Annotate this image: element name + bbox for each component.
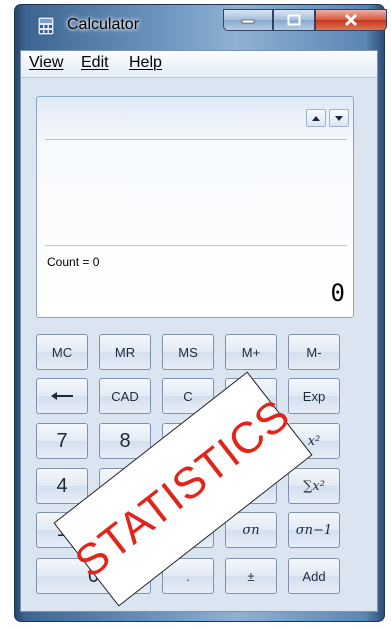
- menu-help[interactable]: Help: [129, 54, 162, 72]
- arrow-down-icon: [335, 115, 343, 121]
- mc-button[interactable]: MC: [36, 334, 88, 370]
- maximize-icon: [287, 14, 301, 26]
- negate-button[interactable]: ±: [225, 558, 277, 594]
- mr-button[interactable]: MR: [99, 334, 151, 370]
- digit-7-button[interactable]: 7: [36, 423, 88, 459]
- scroll-down-button[interactable]: [329, 109, 349, 127]
- display-divider-bottom: [45, 245, 347, 246]
- count-label: Count = 0: [47, 255, 100, 269]
- add-button[interactable]: Add: [288, 558, 340, 594]
- menu-bar: View Edit Help: [21, 51, 377, 78]
- exp-button[interactable]: Exp: [288, 378, 340, 414]
- sigma-n-button[interactable]: σn: [225, 512, 277, 548]
- display-value: 0: [330, 279, 345, 307]
- minimize-icon: [241, 19, 255, 24]
- window-title: Calculator: [67, 16, 140, 33]
- digit-4-button[interactable]: 4: [36, 468, 88, 504]
- caption-buttons: [223, 9, 387, 33]
- maximize-button[interactable]: [273, 9, 315, 31]
- scroll-up-button[interactable]: [306, 109, 326, 127]
- ms-button[interactable]: MS: [162, 334, 214, 370]
- m-plus-button[interactable]: M+: [225, 334, 277, 370]
- menu-view[interactable]: View: [29, 54, 63, 72]
- close-button[interactable]: [315, 9, 387, 31]
- close-icon: [344, 13, 358, 27]
- statistics-display: Count = 0 0: [36, 96, 354, 318]
- sigma-n-minus-1-button[interactable]: σn−1: [288, 512, 340, 548]
- backspace-icon: [51, 392, 73, 400]
- sum-x-squared-button[interactable]: ∑x²: [288, 468, 340, 504]
- backspace-button[interactable]: [36, 378, 88, 414]
- arrow-up-icon: [312, 115, 320, 121]
- cad-button[interactable]: CAD: [99, 378, 151, 414]
- calculator-icon: [37, 16, 55, 36]
- display-divider-top: [45, 139, 347, 140]
- minimize-button[interactable]: [223, 9, 273, 31]
- m-minus-button[interactable]: M-: [288, 334, 340, 370]
- menu-edit[interactable]: Edit: [81, 54, 109, 72]
